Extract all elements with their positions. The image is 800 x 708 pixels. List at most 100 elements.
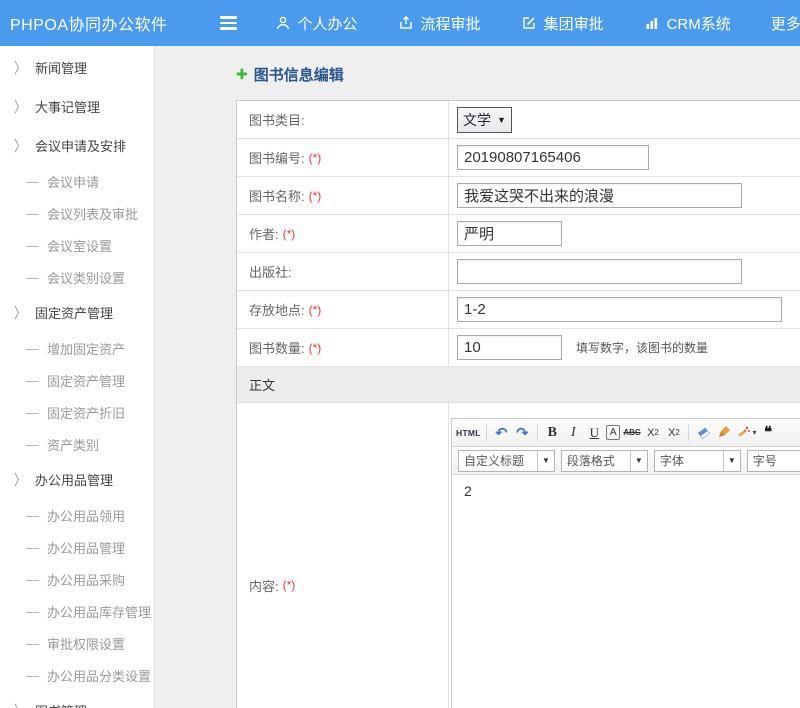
- sidebar-item-meeting-apply[interactable]: —会议申请: [0, 165, 154, 197]
- edit-icon: [521, 15, 537, 31]
- sidebar-item-meeting-list[interactable]: —会议列表及审批: [0, 197, 154, 229]
- font-color-icon[interactable]: A: [606, 425, 621, 440]
- undo-icon[interactable]: ↶: [492, 423, 511, 442]
- paragraph-format-dropdown[interactable]: 段落格式 ▼: [561, 450, 648, 472]
- nav-group-approval[interactable]: 集团审批: [521, 13, 604, 34]
- chevron-right-icon: 〉: [14, 700, 26, 708]
- chevron-right-icon: 〉: [14, 57, 26, 78]
- sidebar-item-asset-add[interactable]: —增加固定资产: [0, 332, 154, 364]
- sidebar: 〉新闻管理 〉大事记管理 〉会议申请及安排 —会议申请 —会议列表及审批 —会议…: [0, 46, 155, 708]
- superscript-icon[interactable]: X2: [643, 423, 662, 442]
- required-mark: (*): [283, 227, 296, 241]
- form-row-quantity: 图书数量: (*) 填写数字，该图书的数量: [237, 329, 800, 367]
- eraser-icon[interactable]: [694, 423, 713, 442]
- quantity-hint: 填写数字，该图书的数量: [576, 339, 708, 356]
- sidebar-item-approval-permission[interactable]: —审批权限设置: [0, 627, 154, 659]
- field-label: 出版社:: [249, 262, 292, 281]
- required-mark: (*): [309, 189, 322, 203]
- sidebar-item-asset-manage[interactable]: —固定资产管理: [0, 364, 154, 396]
- custom-title-dropdown[interactable]: 自定义标题 ▼: [458, 450, 555, 472]
- book-name-input[interactable]: [457, 183, 742, 208]
- sidebar-item-fixed-assets[interactable]: 〉固定资产管理: [0, 293, 154, 332]
- font-size-dropdown[interactable]: 字号 ▼: [747, 450, 800, 472]
- top-nav: 个人办公 流程审批 集团审批 CRM系统 更多应用 ▼: [275, 13, 800, 34]
- chevron-right-icon: 〉: [14, 96, 26, 117]
- field-label: 内容:: [249, 576, 279, 595]
- html-source-button[interactable]: HTML: [456, 423, 481, 442]
- field-label: 图书名称:: [249, 186, 305, 205]
- font-family-dropdown[interactable]: 字体 ▼: [654, 450, 741, 472]
- app-title: PHPOA协同办公软件: [0, 11, 168, 35]
- field-label: 图书数量:: [249, 338, 305, 357]
- required-mark: (*): [309, 151, 322, 165]
- sidebar-item-supplies-category[interactable]: —办公用品分类设置: [0, 659, 154, 691]
- sidebar-item-news[interactable]: 〉新闻管理: [0, 48, 154, 87]
- category-select[interactable]: 文学 ▼: [457, 107, 512, 133]
- rich-text-editor: HTML ↶ ↷ B I U A ABC X2 X2: [451, 418, 800, 708]
- format-brush-icon[interactable]: [715, 423, 734, 442]
- top-header: PHPOA协同办公软件 个人办公 流程审批 集团审批 CRM系统: [0, 0, 800, 46]
- book-edit-form: 图书类目: 文学 ▼ 图书编号: (*) 图书名称: (*) 作者: (*): [236, 100, 800, 708]
- sidebar-item-memorabilia[interactable]: 〉大事记管理: [0, 87, 154, 126]
- bar-chart-icon: [644, 15, 660, 31]
- author-input[interactable]: [457, 221, 562, 246]
- caret-down-icon: ▼: [537, 451, 554, 471]
- sidebar-item-supplies-manage[interactable]: —办公用品管理: [0, 531, 154, 563]
- nav-workflow-approval[interactable]: 流程审批: [398, 13, 481, 34]
- main-content: ✚ 图书信息编辑 图书类目: 文学 ▼ 图书编号: (*) 图书名称: (*): [155, 46, 800, 708]
- blockquote-icon[interactable]: ❝: [759, 423, 778, 442]
- required-mark: (*): [309, 303, 322, 317]
- strikethrough-icon[interactable]: ABC: [622, 423, 641, 442]
- sidebar-item-book-manage[interactable]: 〉图书管理: [0, 691, 154, 708]
- sidebar-item-meeting-category[interactable]: —会议类别设置: [0, 261, 154, 293]
- required-mark: (*): [283, 578, 296, 592]
- location-input[interactable]: [457, 297, 782, 322]
- italic-icon[interactable]: I: [564, 423, 583, 442]
- editor-toolbar-row1: HTML ↶ ↷ B I U A ABC X2 X2: [452, 419, 800, 447]
- form-row-category: 图书类目: 文学 ▼: [237, 101, 800, 139]
- nav-more-apps[interactable]: 更多应用 ▼: [771, 13, 800, 34]
- sidebar-item-supplies-purchase[interactable]: —办公用品采购: [0, 563, 154, 595]
- form-row-author: 作者: (*): [237, 215, 800, 253]
- export-icon: [398, 15, 414, 31]
- sidebar-item-supplies-stock[interactable]: —办公用品库存管理: [0, 595, 154, 627]
- editor-toolbar-row2: 自定义标题 ▼ 段落格式 ▼ 字体 ▼: [452, 447, 800, 475]
- hamburger-menu-icon[interactable]: [220, 16, 237, 30]
- bold-icon[interactable]: B: [543, 423, 562, 442]
- caret-down-icon: ▼: [497, 115, 506, 125]
- form-row-location: 存放地点: (*): [237, 291, 800, 329]
- underline-icon[interactable]: U: [585, 423, 604, 442]
- publisher-input[interactable]: [457, 259, 742, 284]
- user-icon: [275, 15, 291, 31]
- field-label: 存放地点:: [249, 300, 305, 319]
- section-header-body: 正文: [237, 367, 800, 403]
- caret-down-icon: ▼: [630, 451, 647, 471]
- caret-down-icon: ▾: [752, 428, 756, 437]
- subscript-icon[interactable]: X2: [664, 423, 683, 442]
- field-label: 作者:: [249, 224, 279, 243]
- quantity-input[interactable]: [457, 335, 562, 360]
- page-title: ✚ 图书信息编辑: [236, 64, 800, 85]
- chevron-right-icon: 〉: [14, 302, 26, 323]
- auto-typeset-icon[interactable]: ▾: [736, 423, 756, 442]
- sidebar-item-meeting[interactable]: 〉会议申请及安排: [0, 126, 154, 165]
- redo-icon[interactable]: ↷: [513, 423, 532, 442]
- sidebar-item-supplies-claim[interactable]: —办公用品领用: [0, 499, 154, 531]
- nav-crm-system[interactable]: CRM系统: [644, 13, 731, 34]
- field-label: 图书编号:: [249, 148, 305, 167]
- plus-icon: ✚: [236, 66, 248, 83]
- form-row-book-code: 图书编号: (*): [237, 139, 800, 177]
- required-mark: (*): [309, 341, 322, 355]
- chevron-right-icon: 〉: [14, 469, 26, 490]
- editor-content-area[interactable]: 2: [452, 475, 800, 708]
- sidebar-item-office-supplies[interactable]: 〉办公用品管理: [0, 460, 154, 499]
- sidebar-item-asset-category[interactable]: —资产类别: [0, 428, 154, 460]
- sidebar-item-meeting-room[interactable]: —会议室设置: [0, 229, 154, 261]
- book-code-input[interactable]: [457, 145, 649, 170]
- sidebar-item-asset-depreciation[interactable]: —固定资产折旧: [0, 396, 154, 428]
- form-row-book-name: 图书名称: (*): [237, 177, 800, 215]
- form-row-content: 内容:(*) HTML ↶ ↷ B I U A A: [237, 403, 800, 708]
- form-row-publisher: 出版社:: [237, 253, 800, 291]
- chevron-right-icon: 〉: [14, 135, 26, 156]
- nav-personal-office[interactable]: 个人办公: [275, 13, 358, 34]
